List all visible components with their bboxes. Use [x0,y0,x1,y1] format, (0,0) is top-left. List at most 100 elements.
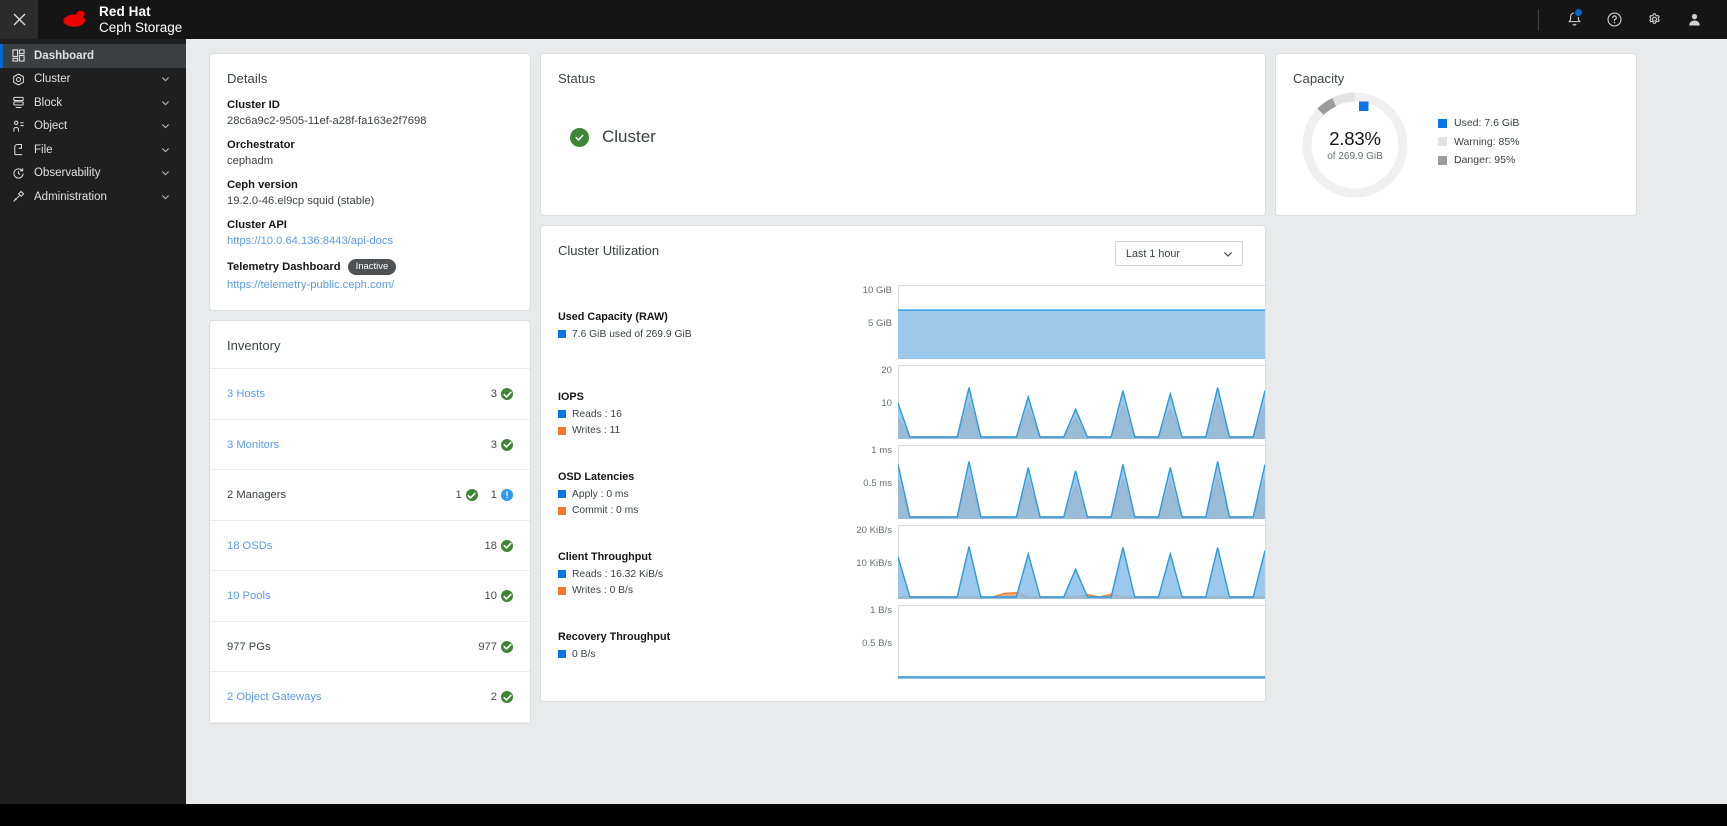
right-column: Capacity 2.83% of 269.9 GiB Used: 7.6 Gi… [1276,54,1636,215]
legend-swatch [558,490,566,498]
axis-tick-label: 20 [881,365,892,376]
screenshot-bottom-edge [0,804,1727,826]
legend-swatch [558,586,566,595]
utilization-metric-name: IOPS [558,391,584,403]
time-range-select[interactable]: Last 1 hour [1115,241,1243,266]
utilization-metric-info: Used Capacity (RAW) 7.6 GiB used of 269.9… [541,285,841,340]
telemetry-status-badge: Inactive [347,259,397,276]
inventory-item-label[interactable]: 2 Object Gateways [227,691,322,703]
legend-label: Used: 7.6 GiB [1454,117,1520,130]
telemetry-link[interactable]: https://telemetry-public.ceph.com/ [227,279,513,291]
utilization-metric-info: IOPS Reads : 16 Writes : 11 [541,365,841,436]
sidebar-item-block[interactable]: Block [0,91,186,115]
settings-button[interactable] [1635,0,1673,39]
status-body: Cluster [541,86,1265,147]
legend-label: 7.6 GiB used of 269.9 GiB [572,328,692,340]
masthead-actions [1538,0,1727,39]
chevron-down-icon [161,77,170,82]
brand-line-1: Red Hat [99,3,151,19]
inventory-item-counts: 3 [491,388,513,401]
brand-logo[interactable]: Red Hat Ceph Storage [38,4,182,35]
status-ok-icon [501,691,513,704]
red-hat-logo-icon [58,9,90,31]
inventory-count-value: 1 [490,489,497,502]
status-ok-icon [501,388,513,401]
sidebar-item-cluster[interactable]: Cluster [0,68,186,92]
inventory-rows: 3 Hosts 3 3 Monitors 3 2 Managers 1 1! 18 OSDs 1… [210,369,530,723]
utilization-row: Recovery Throughput 0 B/s 1 B/s 0.5 B/s [541,605,1265,685]
legend-label: Writes : 0 B/s [572,585,634,596]
chevron-down-icon [1223,251,1233,257]
legend-swatch [558,570,566,578]
administration-icon [11,190,25,204]
notifications-button[interactable] [1555,0,1593,39]
inventory-item-label: 2 Managers [227,489,287,502]
status-ok-icon [501,640,513,653]
details-card: Details Cluster ID 28c6a9c2-9505-11ef-a2… [210,54,530,311]
axis-tick-label: 10 GiB [862,285,892,296]
help-icon [1606,12,1622,27]
utilization-sparkline [898,605,1265,679]
cluster-id-value: 28c6a9c2-9505-11ef-a28f-fa163e2f7698 [227,115,427,127]
dashboard-grid: Details Cluster ID 28c6a9c2-9505-11ef-a2… [210,54,1706,723]
sidebar-item-object[interactable]: Object [0,115,186,139]
utilization-legend-item: Apply : 0 ms [558,489,841,500]
user-menu-button[interactable] [1675,0,1713,39]
inventory-count-value: 977 [478,640,497,653]
chevron-down-icon [161,100,170,106]
legend-swatch [1438,155,1447,165]
user-avatar-icon [1688,13,1700,26]
middle-column: Status Cluster Cluster Utilization Last … [541,54,1265,701]
utilization-sparkline [898,445,1265,519]
capacity-card: Capacity 2.83% of 269.9 GiB Used: 7.6 Gi… [1276,54,1636,215]
legend-label: Apply : 0 ms [572,488,629,500]
cluster-utilization-rows: Used Capacity (RAW) 7.6 GiB used of 269.9… [541,266,1265,685]
utilization-sparkline [898,525,1265,599]
inventory-item-label[interactable]: 3 Monitors [227,439,279,451]
capacity-total: of 269.9 GiB [1327,151,1383,162]
inventory-count-value: 1 [455,489,462,502]
chevron-down-icon [161,124,170,129]
dashboard-icon [11,49,25,63]
utilization-legend-item: Reads : 16 [558,409,841,420]
sidebar-item-file[interactable]: File [0,138,186,162]
chevron-down-icon [161,147,170,153]
details-title: Details [227,71,268,86]
help-button[interactable] [1595,0,1633,39]
file-icon [11,143,25,157]
sidebar-item-observability[interactable]: Observability [0,162,186,186]
details-body: Cluster ID 28c6a9c2-9505-11ef-a28f-fa163… [210,86,530,310]
status-ok-icon [501,539,513,552]
chevron-down-icon [161,171,170,176]
orchestrator-value: cephadm [227,155,274,167]
gear-icon [1648,13,1660,24]
sidebar-item-dashboard[interactable]: Dashboard [0,44,186,68]
close-window-button[interactable] [0,0,38,39]
axis-tick-label: 0.5 B/s [862,638,892,649]
sidebar-item-administration[interactable]: Administration [0,185,186,209]
legend-swatch [558,506,566,515]
utilization-legend-item: Reads : 16.32 KiB/s [558,569,841,580]
inventory-item-label[interactable]: 10 Pools [227,590,271,602]
utilization-row: IOPS Reads : 16 Writes : 11 20 10 [541,365,1265,445]
utilization-metric-info: Client Throughput Reads : 16.32 KiB/s Writ… [541,525,841,596]
inventory-item-label[interactable]: 18 OSDs [227,540,272,552]
legend-swatch [558,650,566,658]
chevron-down-icon [161,194,170,200]
utilization-y-axis: 1 ms 0.5 ms [841,445,898,525]
inventory-count: 1! [490,489,513,502]
utilization-legend-item: 7.6 GiB used of 269.9 GiB [558,329,841,340]
cluster-api-link[interactable]: https://10.0.64.136:8443/api-docs [227,235,513,247]
utilization-metric-name: Recovery Throughput [558,631,671,643]
sidebar-label-object: Object [34,120,68,133]
inventory-count: 10 [485,590,513,603]
capacity-body: 2.83% of 269.9 GiB Used: 7.6 GiB Warning:… [1276,86,1636,202]
utilization-legend-item: Writes : 11 [558,425,841,436]
masthead: Red Hat Ceph Storage [0,0,1727,39]
legend-label: 0 B/s [572,648,596,660]
status-card: Status Cluster [541,54,1265,215]
inventory-count: 3 [491,388,513,401]
capacity-legend-item: Warning: 85% [1438,136,1520,148]
brand-line-2: Ceph Storage [99,19,183,35]
inventory-item-label[interactable]: 3 Hosts [227,388,265,400]
